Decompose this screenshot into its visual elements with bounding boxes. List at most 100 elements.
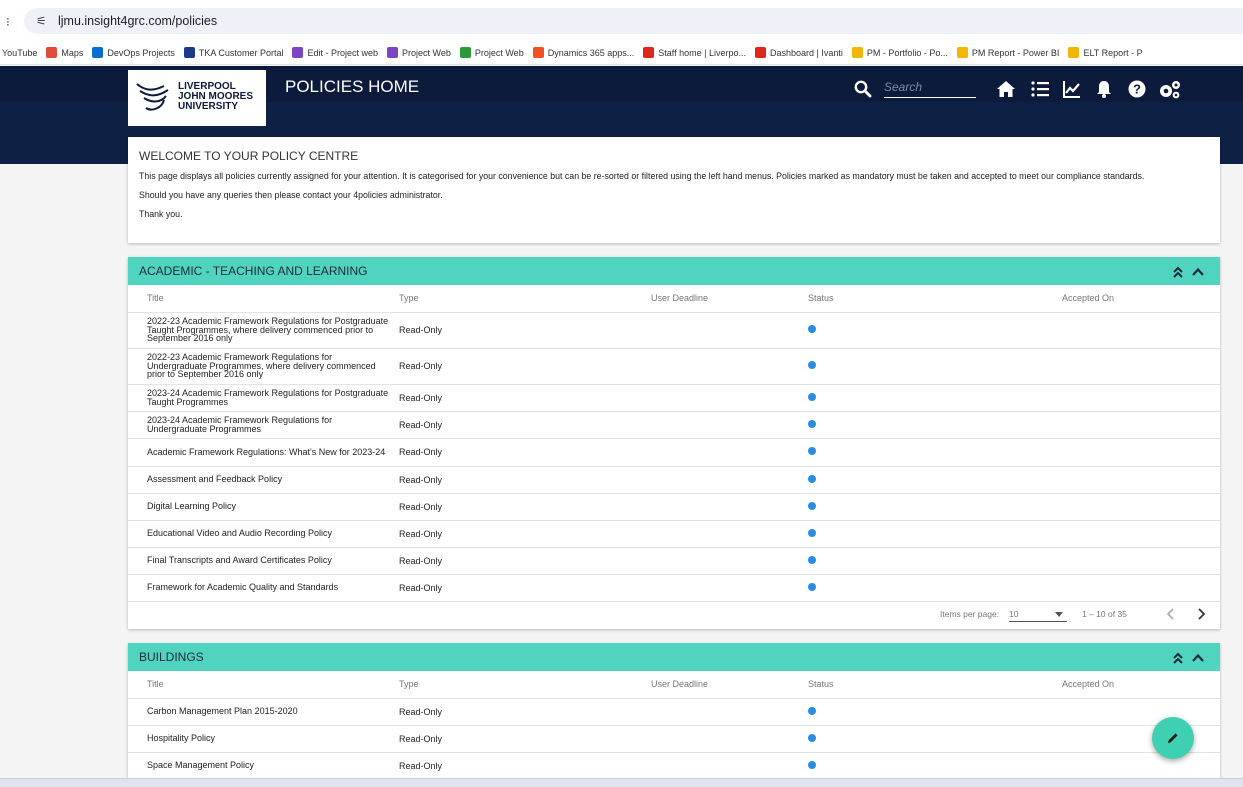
table-row[interactable]: 2023-24 Academic Framework Regulations f… bbox=[128, 411, 1220, 439]
more-icon[interactable]: ⁝ bbox=[6, 15, 10, 29]
policy-type: Read-Only bbox=[399, 725, 651, 753]
help-icon[interactable]: ? bbox=[1128, 80, 1146, 98]
bell-icon[interactable] bbox=[1096, 80, 1112, 98]
bookmark-item[interactable]: PM Report - Power BI bbox=[956, 40, 1060, 64]
bookmark-item[interactable]: YouTube bbox=[2, 40, 37, 64]
search-input[interactable] bbox=[884, 76, 976, 98]
page-title: POLICIES HOME bbox=[285, 77, 420, 96]
url-bar[interactable]: ⚟ ljmu.insight4grc.com/policies bbox=[24, 8, 1243, 34]
bookmark-item[interactable]: Edit - Project web bbox=[292, 40, 378, 64]
policy-title[interactable]: Space Management Policy bbox=[128, 752, 399, 780]
table-row[interactable]: Framework for Academic Quality and Stand… bbox=[128, 574, 1220, 602]
bookmark-label: Dynamics 365 apps... bbox=[547, 47, 635, 58]
edit-fab-button[interactable] bbox=[1152, 717, 1194, 759]
column-header-type[interactable]: Type bbox=[399, 671, 651, 699]
bookmark-item[interactable]: Dashboard | Ivanti bbox=[754, 40, 843, 64]
bookmark-item[interactable]: Staff home | Liverpo... bbox=[643, 40, 746, 64]
welcome-paragraph: This page displays all policies currentl… bbox=[139, 171, 1145, 181]
column-header-deadline[interactable]: User Deadline bbox=[651, 285, 808, 313]
policy-status bbox=[808, 312, 1062, 349]
column-header-accepted[interactable]: Accepted On bbox=[1062, 671, 1220, 699]
table-row[interactable]: 2022-23 Academic Framework Regulations f… bbox=[128, 312, 1220, 349]
items-per-page-value: 10 bbox=[1009, 609, 1019, 619]
bookmark-label: PM Report - Power BI bbox=[971, 47, 1060, 58]
column-header-accepted[interactable]: Accepted On bbox=[1062, 285, 1220, 313]
bookmark-item[interactable]: Maps bbox=[46, 40, 83, 64]
logo-emblem-icon bbox=[136, 83, 169, 111]
welcome-card: WELCOME TO YOUR POLICY CENTRE This page … bbox=[128, 137, 1220, 243]
chevron-down-icon[interactable] bbox=[1055, 612, 1063, 617]
policy-type: Read-Only bbox=[399, 384, 651, 412]
table-row[interactable]: Space Management Policy Read-Only bbox=[128, 752, 1220, 780]
policy-title[interactable]: Digital Learning Policy bbox=[128, 493, 399, 521]
column-header-deadline[interactable]: User Deadline bbox=[651, 671, 808, 699]
collapse-all-icon[interactable] bbox=[1170, 650, 1186, 666]
section-header[interactable]: BUILDINGS bbox=[128, 643, 1220, 671]
bookmark-item[interactable]: PM - Portfolio - Po... bbox=[851, 40, 948, 64]
bookmark-item[interactable]: Dynamics 365 apps... bbox=[532, 40, 635, 64]
policy-title[interactable]: Carbon Management Plan 2015-2020 bbox=[128, 698, 399, 726]
column-header-status[interactable]: Status bbox=[808, 671, 1062, 699]
bookmark-favicon-icon bbox=[643, 47, 655, 58]
bookmark-item[interactable]: Project Web bbox=[386, 40, 451, 64]
policy-title[interactable]: 2022-23 Academic Framework Regulations f… bbox=[128, 312, 399, 349]
university-logo[interactable]: LIVERPOOL JOHN MOORES UNIVERSITY bbox=[128, 70, 266, 126]
policy-accepted-on bbox=[1062, 466, 1220, 494]
chevron-up-icon[interactable] bbox=[1190, 650, 1206, 666]
table-row[interactable]: 2022-23 Academic Framework Regulations f… bbox=[128, 348, 1220, 385]
policy-status bbox=[808, 348, 1062, 385]
next-page-icon[interactable] bbox=[1196, 608, 1206, 620]
section-header[interactable]: ACADEMIC - TEACHING AND LEARNING bbox=[128, 257, 1220, 285]
chevron-up-icon[interactable] bbox=[1190, 264, 1206, 280]
column-header-type[interactable]: Type bbox=[399, 285, 651, 313]
policy-type: Read-Only bbox=[399, 466, 651, 494]
policy-type: Read-Only bbox=[399, 547, 651, 575]
bookmark-item[interactable]: ELT Report - P bbox=[1068, 40, 1143, 64]
column-header-status[interactable]: Status bbox=[808, 285, 1062, 313]
table-row[interactable]: Carbon Management Plan 2015-2020 Read-Onl… bbox=[128, 698, 1220, 726]
previous-page-icon[interactable] bbox=[1166, 608, 1176, 620]
home-icon[interactable] bbox=[996, 80, 1016, 98]
table-row[interactable]: Assessment and Feedback Policy Read-Only bbox=[128, 466, 1220, 494]
policy-title[interactable]: Academic Framework Regulations: What's N… bbox=[128, 438, 399, 467]
policy-deadline bbox=[651, 520, 808, 548]
table-row[interactable]: Digital Learning Policy Read-Only bbox=[128, 493, 1220, 521]
table-row[interactable]: Hospitality Policy Read-Only bbox=[128, 725, 1220, 753]
bookmark-item[interactable]: DevOps Projects bbox=[92, 40, 175, 64]
policy-title[interactable]: 2023-24 Academic Framework Regulations f… bbox=[128, 411, 399, 439]
policy-title[interactable]: Assessment and Feedback Policy bbox=[128, 466, 399, 494]
policy-title[interactable]: Hospitality Policy bbox=[128, 725, 399, 753]
policy-accepted-on bbox=[1062, 384, 1220, 412]
policy-title[interactable]: 2022-23 Academic Framework Regulations f… bbox=[128, 348, 399, 385]
policy-title[interactable]: Final Transcripts and Award Certificates… bbox=[128, 547, 399, 575]
search-icon[interactable] bbox=[854, 80, 872, 98]
bookmark-item[interactable]: TKA Customer Portal bbox=[183, 40, 283, 64]
table-row[interactable]: Academic Framework Regulations: What's N… bbox=[128, 438, 1220, 467]
table-row[interactable]: 2023-24 Academic Framework Regulations f… bbox=[128, 384, 1220, 412]
site-settings-icon[interactable]: ⚟ bbox=[36, 14, 47, 28]
policy-accepted-on bbox=[1062, 752, 1220, 780]
policy-type: Read-Only bbox=[399, 752, 651, 780]
url-text[interactable]: ljmu.insight4grc.com/policies bbox=[58, 14, 217, 28]
chart-icon[interactable] bbox=[1063, 80, 1081, 98]
bookmark-label: PM - Portfolio - Po... bbox=[866, 47, 948, 58]
policy-type: Read-Only bbox=[399, 438, 651, 467]
paginator: Items per page: 10 1 – 10 of 35 bbox=[128, 601, 1220, 627]
bookmark-item[interactable]: Project Web bbox=[459, 40, 524, 64]
table-row[interactable]: Final Transcripts and Award Certificates… bbox=[128, 547, 1220, 575]
policy-title[interactable]: 2023-24 Academic Framework Regulations f… bbox=[128, 384, 399, 412]
policy-title[interactable]: Framework for Academic Quality and Stand… bbox=[128, 574, 399, 602]
policy-type: Read-Only bbox=[399, 411, 651, 439]
status-dot-icon bbox=[808, 706, 816, 715]
collapse-all-icon[interactable] bbox=[1170, 264, 1186, 280]
settings-icon[interactable] bbox=[1158, 80, 1182, 100]
column-header-title[interactable]: Title bbox=[128, 285, 399, 313]
taskbar bbox=[0, 778, 1243, 787]
policy-title[interactable]: Educational Video and Audio Recording Po… bbox=[128, 520, 399, 548]
table-row[interactable]: Educational Video and Audio Recording Po… bbox=[128, 520, 1220, 548]
policy-deadline bbox=[651, 438, 808, 467]
policy-accepted-on bbox=[1062, 312, 1220, 349]
list-icon[interactable] bbox=[1031, 80, 1049, 98]
column-header-title[interactable]: Title bbox=[128, 671, 399, 699]
section-title: BUILDINGS bbox=[139, 650, 204, 664]
